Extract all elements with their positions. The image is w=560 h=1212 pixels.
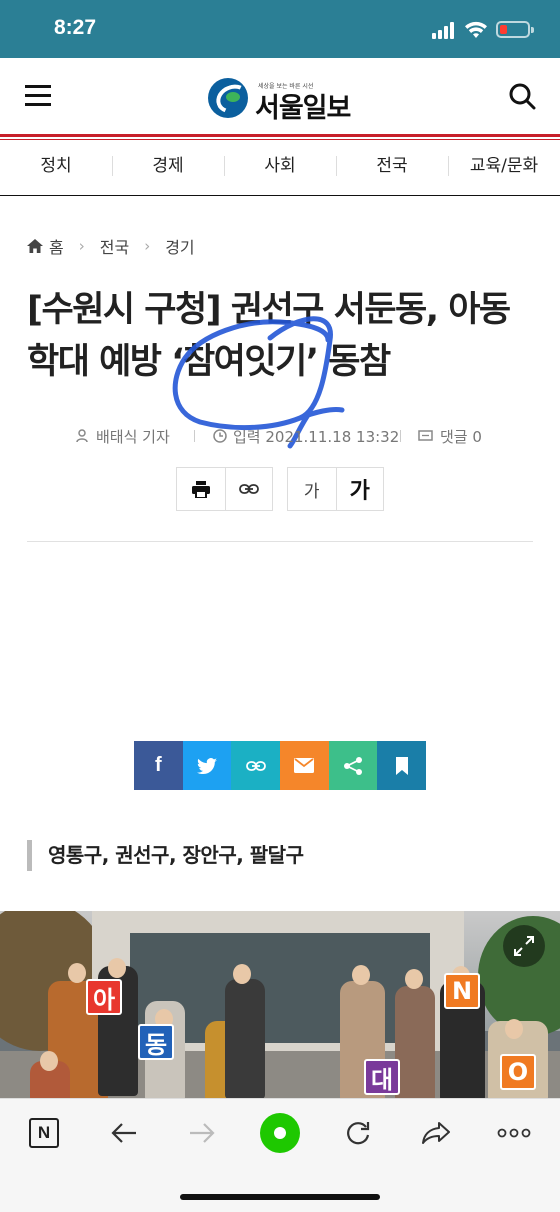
forward-arrow-icon <box>190 1123 215 1143</box>
bookmark-icon <box>395 756 408 775</box>
back-arrow-icon <box>111 1123 136 1143</box>
photo-sign: 대 <box>364 1059 400 1095</box>
search-icon[interactable] <box>508 82 536 110</box>
twitter-share-button[interactable] <box>182 741 232 790</box>
green-dot-button[interactable] <box>258 1113 302 1153</box>
breadcrumb-home[interactable]: 홈 <box>49 234 64 258</box>
breadcrumb: 홈 › 전국 › 경기 <box>27 234 195 258</box>
battery-low-icon <box>496 21 534 38</box>
clock-icon <box>213 429 227 443</box>
more-icon <box>497 1128 531 1138</box>
font-size-increase-button[interactable]: 가 <box>335 468 384 510</box>
meta-divider <box>194 430 195 442</box>
home-icon <box>27 239 43 253</box>
publish-date: 입력 2021.11.18 13:32 <box>233 428 400 446</box>
expand-icon <box>514 936 534 956</box>
share-icon <box>344 756 363 775</box>
facebook-share-button[interactable]: f <box>134 741 183 790</box>
article-title: [수원시 구청] 권선구 서둔동, 아동 학대 예방 ‘참여잇기’ 동참 <box>27 284 537 388</box>
reload-button[interactable] <box>336 1113 380 1153</box>
naver-n-icon: N <box>29 1118 59 1148</box>
share-page-button[interactable] <box>414 1113 458 1153</box>
article-tools-group <box>176 467 273 511</box>
chevron-right-icon: › <box>144 237 151 255</box>
header-divider <box>0 134 560 137</box>
comment-icon <box>418 430 433 441</box>
green-dot-icon <box>260 1113 300 1153</box>
nav-item-national[interactable]: 전국 <box>336 140 448 195</box>
nav-item-politics[interactable]: 정치 <box>0 140 112 195</box>
forward-button[interactable] <box>180 1113 224 1153</box>
site-header: 세상을 보는 바른 시선 서울일보 <box>0 58 560 134</box>
logo-mark-icon <box>208 78 248 118</box>
nav-item-education-culture[interactable]: 교육/문화 <box>448 140 560 195</box>
reload-icon <box>347 1122 370 1145</box>
nav-item-economy[interactable]: 경제 <box>112 140 224 195</box>
nav-item-society[interactable]: 사회 <box>224 140 336 195</box>
wifi-icon <box>465 21 487 38</box>
link-icon <box>245 760 266 771</box>
article-title-line1: [수원시 구청] 권선구 서둔동, 아동 <box>27 290 511 330</box>
copy-link-button[interactable] <box>224 468 273 510</box>
more-share-button[interactable] <box>328 741 378 790</box>
photo-sign: O <box>500 1054 536 1090</box>
site-logo[interactable]: 세상을 보는 바른 시선 서울일보 <box>208 76 358 124</box>
section-nav: 정치 경제 사회 전국 교육/문화 <box>0 140 560 196</box>
photo-sign: 아 <box>86 979 122 1015</box>
back-button[interactable] <box>102 1113 146 1153</box>
article-photo[interactable]: 아 동 대 N O <box>0 911 560 1098</box>
email-share-button[interactable] <box>280 741 329 790</box>
logo-name: 서울일보 <box>255 93 351 124</box>
bookmark-button[interactable] <box>377 741 427 790</box>
comment-count[interactable]: 댓글 0 <box>440 426 482 447</box>
more-menu-button[interactable] <box>492 1113 536 1153</box>
facebook-icon: f <box>155 754 162 776</box>
photo-sign: N <box>444 973 480 1009</box>
share-bar: f <box>134 741 427 790</box>
cellular-signal-icon <box>432 21 458 39</box>
print-button[interactable] <box>177 468 225 510</box>
content-divider <box>27 541 533 542</box>
font-size-decrease-button[interactable]: 가 <box>288 468 336 510</box>
article-meta: 배태식 기자 입력 2021.11.18 13:32 댓글 0 <box>0 424 560 448</box>
author: 배태식 기자 <box>96 428 170 446</box>
breadcrumb-level2[interactable]: 경기 <box>165 234 194 258</box>
meta-divider <box>400 430 401 442</box>
photo-sign: 동 <box>138 1024 174 1060</box>
chevron-right-icon: › <box>78 237 85 255</box>
font-size-group: 가 가 <box>287 467 384 511</box>
home-indicator[interactable] <box>180 1194 380 1200</box>
expand-photo-button[interactable] <box>503 925 545 967</box>
twitter-icon <box>197 757 217 774</box>
naver-home-button[interactable]: N <box>22 1113 66 1153</box>
status-time: 8:27 <box>54 16 97 39</box>
print-icon <box>191 480 210 498</box>
breadcrumb-level1[interactable]: 전국 <box>100 234 129 258</box>
email-icon <box>294 758 315 773</box>
link-share-button[interactable] <box>231 741 281 790</box>
share-arrow-icon <box>422 1122 450 1144</box>
person-icon <box>76 429 88 443</box>
status-bar: 8:27 <box>0 0 560 58</box>
article-subtitle: 영통구, 권선구, 장안구, 팔달구 <box>27 840 304 871</box>
article-title-line2: 학대 예방 ‘참여잇기’ 동참 <box>27 342 391 382</box>
link-icon <box>238 484 259 494</box>
hamburger-icon[interactable] <box>25 85 51 107</box>
